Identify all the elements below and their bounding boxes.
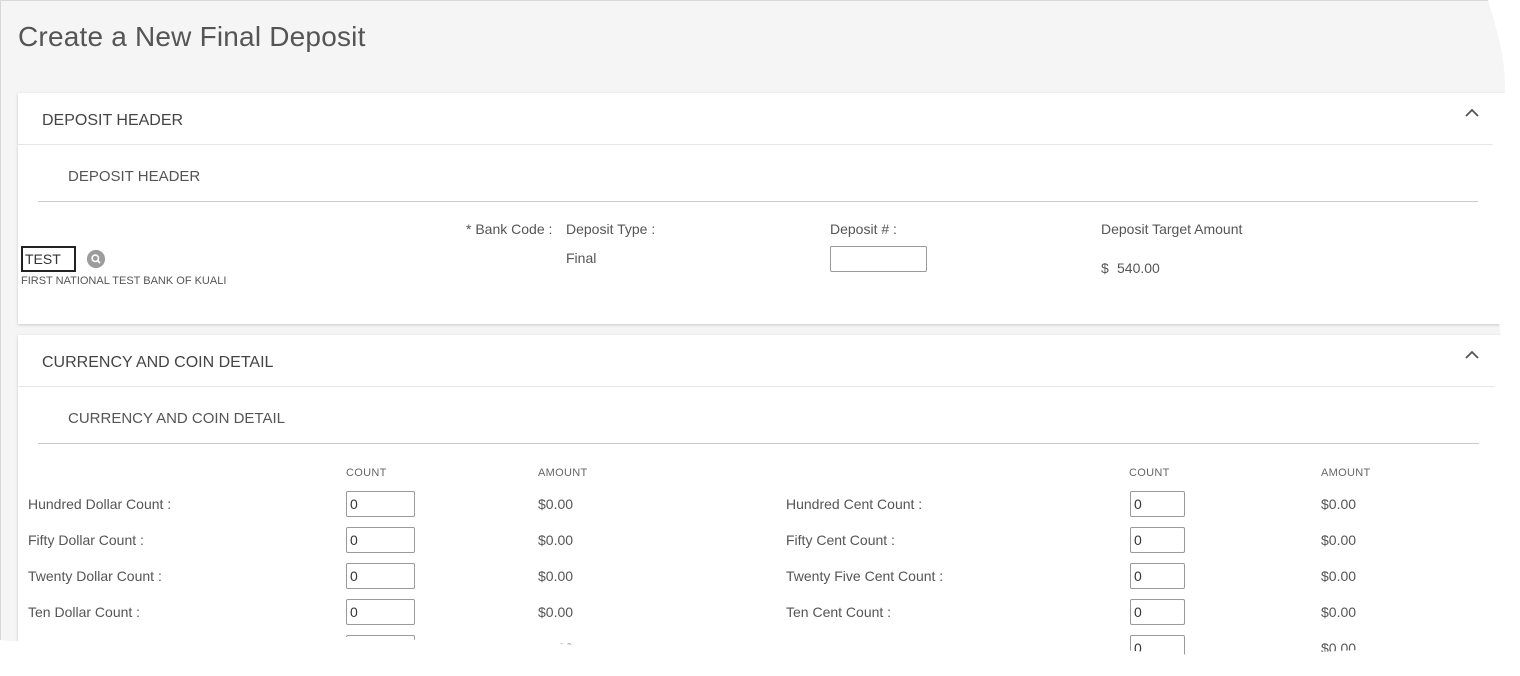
currency-coin-subsection-title: CURRENCY AND COIN DETAIL	[68, 410, 285, 427]
ten-cent-count-label: Ten Cent Count :	[786, 604, 892, 620]
search-icon[interactable]	[87, 250, 105, 268]
hundred-cent-count-input[interactable]	[1130, 491, 1185, 517]
currency-count-header: COUNT	[346, 467, 387, 479]
deposit-target-amount-value: 540.00	[1117, 260, 1160, 276]
fifty-dollar-count-label: Fifty Dollar Count :	[28, 532, 144, 548]
divider	[38, 443, 1485, 444]
hundred-dollar-amount: $0.00	[538, 496, 574, 512]
coin-amount-header: AMOUNT	[1321, 467, 1371, 479]
deposit-type-label: Deposit Type :	[566, 221, 656, 237]
hundred-dollar-count-input[interactable]	[346, 491, 415, 517]
fifty-cent-count-input[interactable]	[1130, 527, 1185, 553]
page-title: Create a New Final Deposit	[18, 21, 366, 52]
deposit-header-panel-title: DEPOSIT HEADER	[42, 112, 184, 129]
fifty-cent-amount: $0.00	[1321, 532, 1357, 548]
app-window: Create a New Final Deposit DEPOSIT HEADE…	[0, 0, 1520, 675]
currency-coin-panel-title: CURRENCY AND COIN DETAIL	[42, 354, 274, 371]
ten-dollar-amount: $0.00	[538, 604, 574, 620]
divider	[38, 201, 1478, 202]
deposit-target-amount-label: Deposit Target Amount	[1101, 221, 1243, 237]
screenshot-frame: Create a New Final Deposit DEPOSIT HEADE…	[0, 0, 1520, 675]
twenty-dollar-count-input[interactable]	[346, 563, 415, 589]
currency-symbol: $	[1101, 260, 1109, 276]
twenty-dollar-count-label: Twenty Dollar Count :	[28, 568, 162, 584]
fifty-cent-count-label: Fifty Cent Count :	[786, 532, 895, 548]
deposit-type-value: Final	[566, 250, 597, 266]
deposit-number-input[interactable]	[830, 246, 927, 272]
currency-coin-panel-header[interactable]: CURRENCY AND COIN DETAIL	[18, 335, 1508, 387]
twenty-five-cent-count-label: Twenty Five Cent Count :	[786, 568, 944, 584]
currency-amount-header: AMOUNT	[538, 467, 588, 479]
fifty-dollar-amount: $0.00	[538, 532, 574, 548]
deposit-header-panel-header[interactable]: DEPOSIT HEADER	[18, 93, 1508, 145]
bank-code-label: * Bank Code :	[466, 221, 553, 237]
twenty-five-cent-amount: $0.00	[1321, 568, 1357, 584]
chevron-up-icon[interactable]	[1464, 105, 1480, 121]
deposit-number-label: Deposit # :	[830, 221, 897, 237]
ten-cent-count-input[interactable]	[1130, 599, 1185, 625]
bank-name: FIRST NATIONAL TEST BANK OF KUALI	[21, 275, 227, 287]
coin-amount: $0.00	[1321, 640, 1357, 656]
bank-code-input[interactable]	[21, 246, 76, 272]
hundred-cent-amount: $0.00	[1321, 496, 1357, 512]
deposit-header-subsection-title: DEPOSIT HEADER	[68, 168, 201, 185]
twenty-dollar-amount: $0.00	[538, 568, 574, 584]
ten-cent-amount: $0.00	[1321, 604, 1357, 620]
currency-count-input[interactable]	[346, 635, 415, 661]
coin-count-input[interactable]	[1130, 635, 1185, 661]
fifty-dollar-count-input[interactable]	[346, 527, 415, 553]
twenty-five-cent-count-input[interactable]	[1130, 563, 1185, 589]
ten-dollar-count-input[interactable]	[346, 599, 415, 625]
coin-count-header: COUNT	[1129, 467, 1170, 479]
hundred-cent-count-label: Hundred Cent Count :	[786, 496, 923, 512]
deposit-header-panel: DEPOSIT HEADER DEPOSIT HEADER * Bank Cod…	[18, 93, 1508, 324]
currency-amount: $0.00	[538, 640, 574, 656]
hundred-dollar-count-label: Hundred Dollar Count :	[28, 496, 172, 512]
chevron-up-icon[interactable]	[1464, 347, 1480, 363]
ten-dollar-count-label: Ten Dollar Count :	[28, 604, 141, 620]
currency-coin-panel: CURRENCY AND COIN DETAIL CURRENCY AND CO…	[18, 335, 1508, 676]
